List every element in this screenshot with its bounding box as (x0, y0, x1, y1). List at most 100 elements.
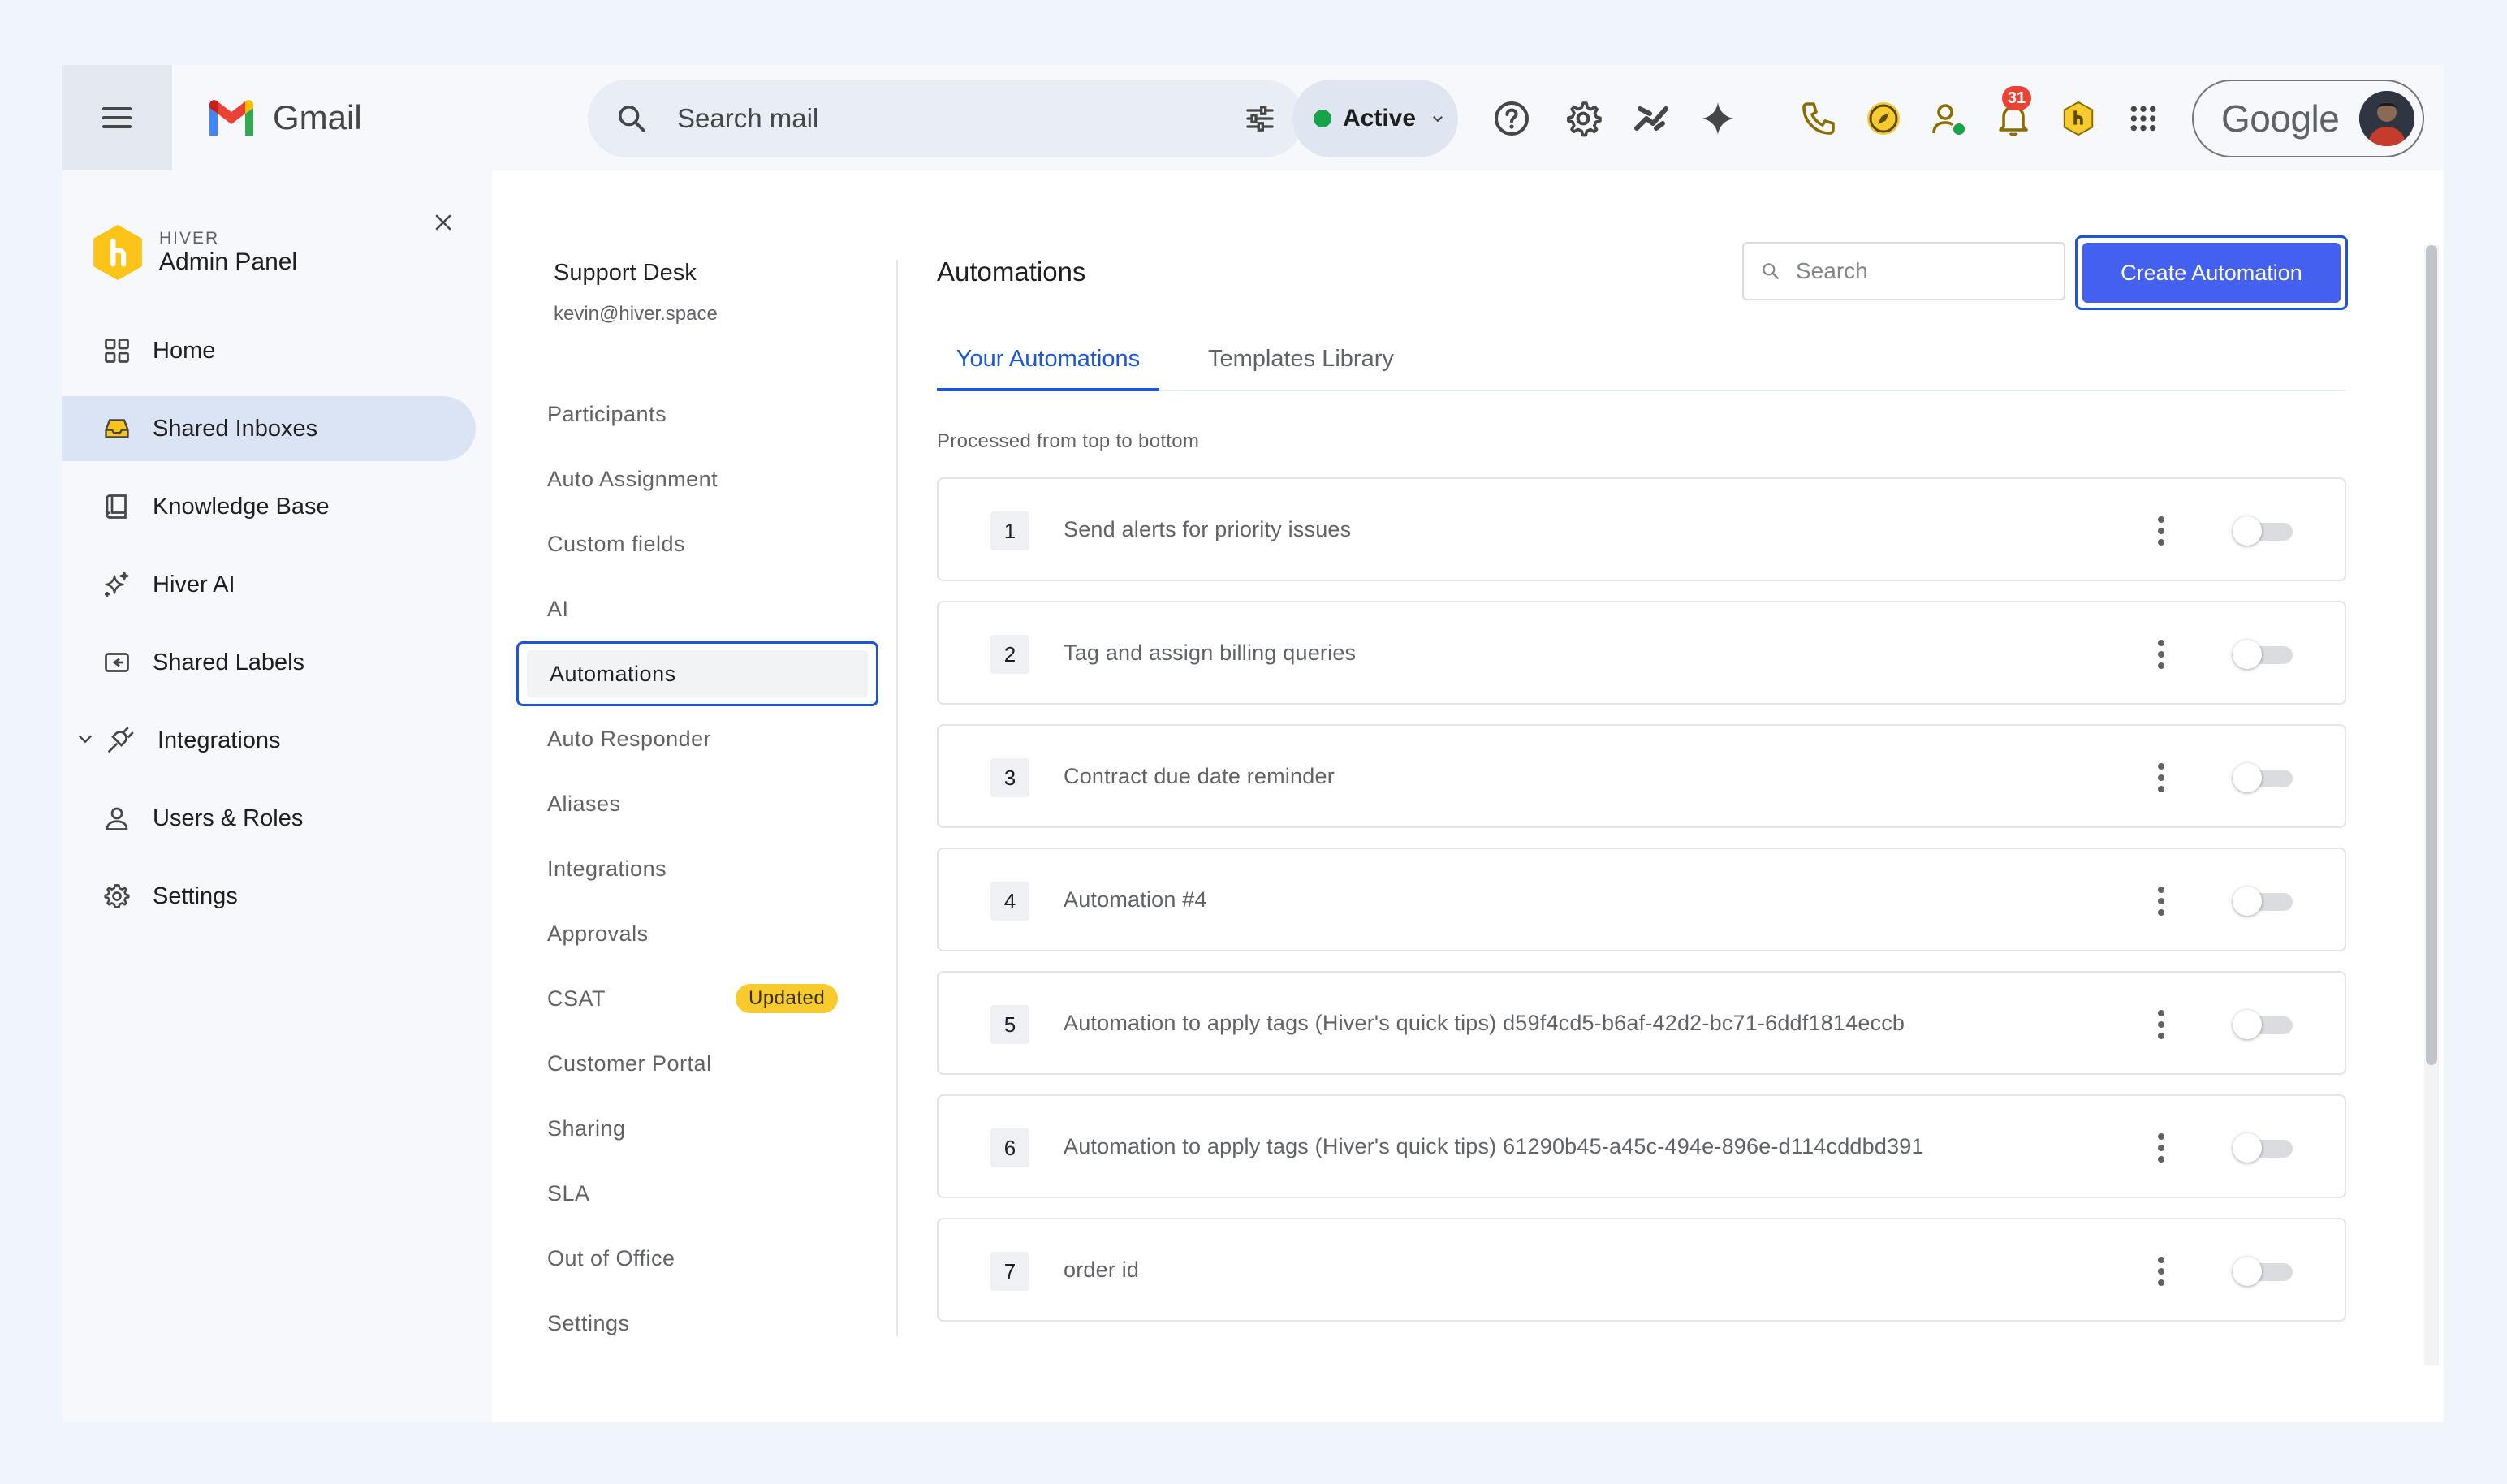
settings-nav-csat[interactable]: CSAT Updated (516, 966, 878, 1031)
hiver-extension-icon[interactable] (2057, 97, 2099, 140)
automations-search-input[interactable]: Search (1742, 242, 2065, 300)
more-options-icon[interactable] (2153, 885, 2169, 917)
settings-nav-settings[interactable]: Settings (516, 1291, 878, 1356)
gemini-sparkle-icon[interactable] (1697, 97, 1739, 140)
gear-icon (101, 880, 133, 912)
gmail-logo[interactable]: Gmail (206, 97, 362, 138)
settings-nav-automations[interactable]: Automations (516, 641, 878, 706)
settings-nav-integrations[interactable]: Integrations (516, 836, 878, 901)
gear-icon[interactable] (1562, 97, 1604, 140)
automation-index: 6 (990, 1128, 1029, 1167)
hiver-brand-label: HIVER (159, 229, 220, 248)
sparkle-icon (101, 568, 133, 601)
automation-name: Automation to apply tags (Hiver's quick … (1064, 1010, 1905, 1035)
nav-item-shared-inboxes[interactable]: Shared Inboxes (62, 396, 476, 461)
automation-row[interactable]: 3 Contract due date reminder (937, 724, 2346, 828)
settings-nav-sharing[interactable]: Sharing (516, 1096, 878, 1161)
more-options-icon[interactable] (2153, 761, 2169, 794)
nav-item-knowledge-base[interactable]: Knowledge Base (62, 474, 476, 539)
settings-nav-out-of-office[interactable]: Out of Office (516, 1226, 878, 1291)
create-automation-button[interactable]: Create Automation (2082, 243, 2341, 303)
automation-row[interactable]: 5 Automation to apply tags (Hiver's quic… (937, 971, 2346, 1075)
nav-item-settings[interactable]: Settings (62, 864, 476, 929)
settings-nav-sla[interactable]: SLA (516, 1161, 878, 1226)
settings-nav-auto-responder[interactable]: Auto Responder (516, 706, 878, 771)
settings-nav-label: Sharing (547, 1115, 626, 1141)
more-options-icon[interactable] (2153, 638, 2169, 671)
automation-row[interactable]: 2 Tag and assign billing queries (937, 601, 2346, 705)
automation-name: Tag and assign billing queries (1064, 640, 1357, 665)
automation-toggle[interactable] (2233, 1257, 2294, 1286)
book-icon (101, 490, 133, 523)
automation-row[interactable]: 7 order id (937, 1218, 2346, 1322)
inbox-settings-nav: Participants Auto Assignment Custom fiel… (516, 382, 878, 1356)
compass-icon[interactable] (1862, 97, 1905, 140)
chevron-down-icon[interactable] (76, 727, 94, 754)
automation-index: 7 (990, 1252, 1029, 1291)
automation-toggle[interactable] (2233, 763, 2294, 792)
settings-nav-label: Auto Responder (547, 726, 712, 751)
settings-nav-label: Aliases (547, 791, 621, 816)
nav-item-users-roles[interactable]: Users & Roles (62, 786, 476, 851)
google-account-button[interactable]: Google (2192, 80, 2424, 157)
automation-toggle[interactable] (2233, 516, 2294, 546)
automation-name: Automation #4 (1064, 887, 1207, 912)
google-wordmark: Google (2221, 97, 2340, 140)
workflow-icon[interactable] (1630, 97, 1672, 140)
tab-templates-library[interactable]: Templates Library (1208, 341, 1394, 391)
automation-toggle[interactable] (2233, 1010, 2294, 1039)
settings-nav-label: Automations (550, 661, 676, 686)
automation-toggle[interactable] (2233, 640, 2294, 669)
user-status-icon[interactable] (1927, 97, 1970, 140)
nav-item-shared-labels[interactable]: Shared Labels (62, 630, 476, 695)
nav-item-hiver-ai[interactable]: Hiver AI (62, 552, 476, 617)
automation-index: 3 (990, 758, 1029, 797)
more-options-icon[interactable] (2153, 1255, 2169, 1288)
more-options-icon[interactable] (2153, 1132, 2169, 1164)
more-options-icon[interactable] (2153, 515, 2169, 547)
avatar (2359, 91, 2414, 146)
scrollbar-thumb[interactable] (2426, 245, 2437, 1065)
settings-nav-approvals[interactable]: Approvals (516, 901, 878, 966)
nav-item-integrations[interactable]: Integrations (62, 708, 476, 773)
search-options-icon[interactable] (1244, 102, 1276, 135)
help-icon[interactable] (1491, 97, 1533, 140)
settings-nav-participants[interactable]: Participants (516, 382, 878, 446)
more-options-icon[interactable] (2153, 1008, 2169, 1041)
nav-item-home[interactable]: Home (62, 318, 476, 383)
hiver-panel-header: HIVER Admin Panel (89, 222, 297, 283)
search-mail-placeholder: Search mail (677, 103, 819, 133)
nav-item-label: Shared Inboxes (153, 415, 318, 442)
main-menu-button[interactable] (62, 65, 172, 170)
automation-row[interactable]: 4 Automation #4 (937, 848, 2346, 951)
status-selector[interactable]: Active (1292, 80, 1458, 157)
notification-count-badge: 31 (2002, 86, 2031, 110)
tab-your-automations[interactable]: Your Automations (937, 341, 1159, 391)
apps-grid-icon[interactable] (2122, 97, 2164, 140)
scrollbar[interactable] (2424, 245, 2439, 1365)
automation-list: 1 Send alerts for priority issues 2 Tag … (937, 477, 2346, 1341)
settings-nav-customer-portal[interactable]: Customer Portal (516, 1031, 878, 1096)
app-window: Gmail Search mail Active 31 Google HIVER… (62, 65, 2444, 1422)
automation-name: order id (1064, 1257, 1140, 1282)
settings-nav-ai[interactable]: AI (516, 576, 878, 641)
close-panel-button[interactable] (427, 206, 460, 239)
user-icon (101, 802, 133, 835)
automation-row[interactable]: 6 Automation to apply tags (Hiver's quic… (937, 1094, 2346, 1198)
automations-section: Automations Search Create Automation You… (930, 170, 2444, 1422)
automation-toggle[interactable] (2233, 1133, 2294, 1163)
settings-nav-aliases[interactable]: Aliases (516, 771, 878, 836)
automation-row[interactable]: 1 Send alerts for priority issues (937, 477, 2346, 581)
settings-nav-auto-assignment[interactable]: Auto Assignment (516, 446, 878, 511)
settings-nav-label: Settings (547, 1310, 630, 1335)
phone-icon[interactable] (1797, 97, 1840, 140)
search-mail-input[interactable]: Search mail (588, 80, 1304, 157)
processing-order-note: Processed from top to bottom (937, 430, 1200, 452)
settings-nav-label: Participants (547, 401, 667, 426)
settings-nav-custom-fields[interactable]: Custom fields (516, 511, 878, 576)
divider (896, 260, 898, 1336)
automation-index: 4 (990, 882, 1029, 921)
nav-item-label: Settings (153, 882, 238, 909)
chevron-down-icon (1433, 116, 1443, 123)
automation-toggle[interactable] (2233, 887, 2294, 916)
